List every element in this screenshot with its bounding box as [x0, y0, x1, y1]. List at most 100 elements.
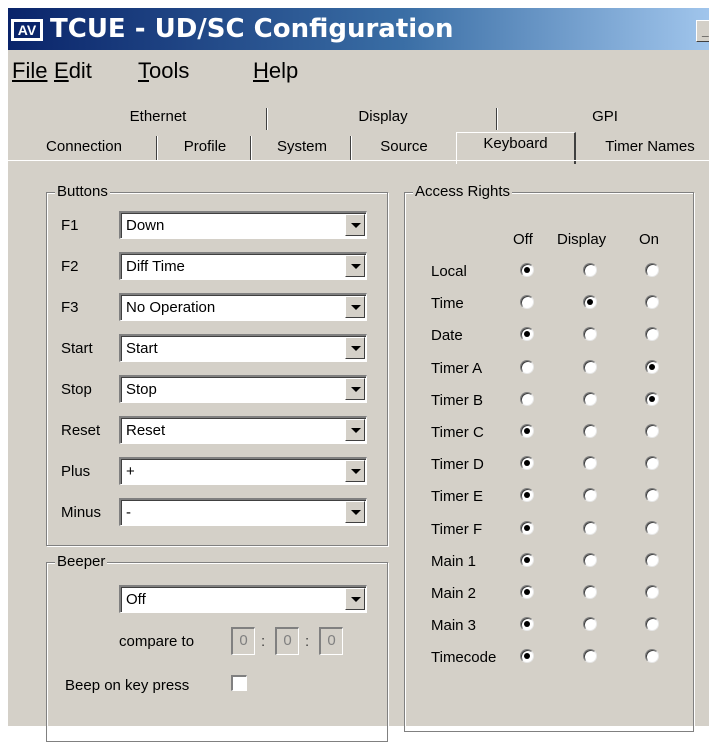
button-row-label: F1: [61, 217, 79, 234]
access-radio-display[interactable]: [583, 391, 597, 406]
menu-tools-rest: ools: [149, 58, 190, 83]
access-radio-display[interactable]: [583, 263, 597, 277]
chevron-down-icon[interactable]: [345, 419, 365, 441]
access-row-label: Timer D: [431, 456, 484, 474]
access-radio-on[interactable]: [645, 552, 659, 567]
tab-ethernet[interactable]: Ethernet: [48, 106, 268, 130]
access-radio-on[interactable]: [645, 488, 659, 503]
buttons-group-title: Buttons: [55, 183, 110, 201]
tab-system-label: System: [276, 138, 327, 155]
tab-gpi[interactable]: GPI: [500, 106, 709, 130]
chevron-down-icon[interactable]: [345, 296, 365, 318]
access-radio-display[interactable]: [583, 488, 597, 503]
compare-minutes-field: 0: [275, 627, 299, 655]
beeper-mode-select[interactable]: Off: [119, 585, 367, 613]
button-action-select[interactable]: Start: [119, 334, 367, 362]
access-radio-display[interactable]: [583, 649, 597, 664]
access-radio-display[interactable]: [583, 359, 597, 374]
access-radio-on[interactable]: [645, 295, 659, 310]
button-action-select[interactable]: Stop: [119, 375, 367, 403]
access-radio-display[interactable]: [583, 552, 597, 567]
tab-system[interactable]: System: [254, 136, 350, 160]
time-separator: :: [305, 633, 310, 650]
tab-source[interactable]: Source: [354, 136, 454, 160]
access-radio-off[interactable]: [520, 263, 534, 277]
access-radio-display[interactable]: [583, 585, 597, 599]
button-action-select[interactable]: +: [119, 457, 367, 485]
access-radio-on[interactable]: [645, 327, 659, 342]
access-radio-off[interactable]: [520, 391, 534, 406]
title-bar[interactable]: AV TCUE - UD/SC Configuration _: [8, 8, 709, 50]
access-radio-display[interactable]: [583, 295, 597, 310]
access-radio-on[interactable]: [645, 617, 659, 632]
access-column-header: Display: [557, 231, 607, 248]
access-radio-display[interactable]: [583, 617, 597, 632]
access-radio-on[interactable]: [645, 359, 659, 374]
chevron-down-icon[interactable]: [345, 588, 365, 610]
access-radio-display[interactable]: [583, 327, 597, 342]
chevron-down-icon[interactable]: [345, 501, 365, 523]
access-row-label: Timer A: [431, 359, 483, 377]
access-radio-off[interactable]: [520, 617, 534, 632]
access-row-label: Local: [431, 263, 467, 280]
tab-display[interactable]: Display: [270, 106, 496, 130]
compare-seconds-field: 0: [319, 627, 343, 655]
menu-help-rest: elp: [268, 58, 299, 83]
access-radio-off[interactable]: [520, 359, 534, 374]
menu-help[interactable]: Help: [253, 58, 298, 84]
access-radio-off[interactable]: [520, 552, 534, 567]
minimize-button[interactable]: _: [696, 20, 709, 42]
access-radio-off[interactable]: [520, 424, 534, 438]
access-radio-on[interactable]: [645, 263, 659, 277]
beep-on-key-checkbox[interactable]: [231, 675, 247, 691]
access-radio-display[interactable]: [583, 424, 597, 438]
access-radio-display[interactable]: [583, 520, 597, 535]
access-radio-off[interactable]: [520, 520, 534, 535]
tab-gpi-label: GPI: [592, 108, 618, 125]
access-radio-off[interactable]: [520, 585, 534, 599]
button-action-value: No Operation: [126, 299, 216, 316]
button-action-select[interactable]: Reset: [119, 416, 367, 444]
button-action-value: Stop: [126, 381, 157, 398]
access-rights-group-title: Access Rights: [413, 183, 513, 201]
button-action-select[interactable]: Down: [119, 211, 367, 239]
tab-display-label: Display: [358, 108, 408, 125]
access-radio-off[interactable]: [520, 295, 534, 310]
app-logo-icon: AV: [11, 19, 43, 41]
access-radio-off[interactable]: [520, 456, 534, 471]
access-row-label: Timer B: [431, 391, 483, 409]
menu-edit[interactable]: Edit: [54, 58, 92, 84]
menu-tools[interactable]: Tools: [138, 58, 189, 84]
access-radio-on[interactable]: [645, 424, 659, 438]
tab-divider: [250, 136, 252, 160]
tab-timer-names[interactable]: Timer Names: [580, 136, 709, 160]
button-row-label: F3: [61, 299, 79, 316]
access-radio-off[interactable]: [520, 327, 534, 342]
chevron-down-icon[interactable]: [345, 460, 365, 482]
chevron-down-icon[interactable]: [345, 255, 365, 277]
menu-file[interactable]: File: [12, 58, 47, 84]
button-action-select[interactable]: -: [119, 498, 367, 526]
access-radio-display[interactable]: [583, 456, 597, 471]
tab-profile[interactable]: Profile: [160, 136, 250, 160]
menu-edit-label: Edit: [54, 58, 92, 83]
access-radio-on[interactable]: [645, 391, 659, 406]
chevron-down-icon[interactable]: [345, 214, 365, 236]
button-action-select[interactable]: Diff Time: [119, 252, 367, 280]
access-radio-on[interactable]: [645, 585, 659, 599]
app-window: AV TCUE - UD/SC Configuration _ File Edi…: [6, 6, 709, 742]
compare-hours-field: 0: [231, 627, 255, 655]
chevron-down-icon[interactable]: [345, 337, 365, 359]
access-row-label: Main 3: [431, 617, 477, 635]
tab-connection[interactable]: Connection: [12, 136, 156, 160]
access-radio-on[interactable]: [645, 456, 659, 471]
access-radio-on[interactable]: [645, 649, 659, 664]
access-radio-off[interactable]: [520, 488, 534, 503]
time-separator: :: [261, 633, 266, 650]
beeper-group: Beeper Off compare to 0 : 0 : 0 Beep on …: [46, 553, 388, 742]
access-radio-on[interactable]: [645, 520, 659, 535]
access-radio-off[interactable]: [520, 649, 534, 664]
chevron-down-icon[interactable]: [345, 378, 365, 400]
tab-divider: [350, 136, 352, 160]
button-action-select[interactable]: No Operation: [119, 293, 367, 321]
